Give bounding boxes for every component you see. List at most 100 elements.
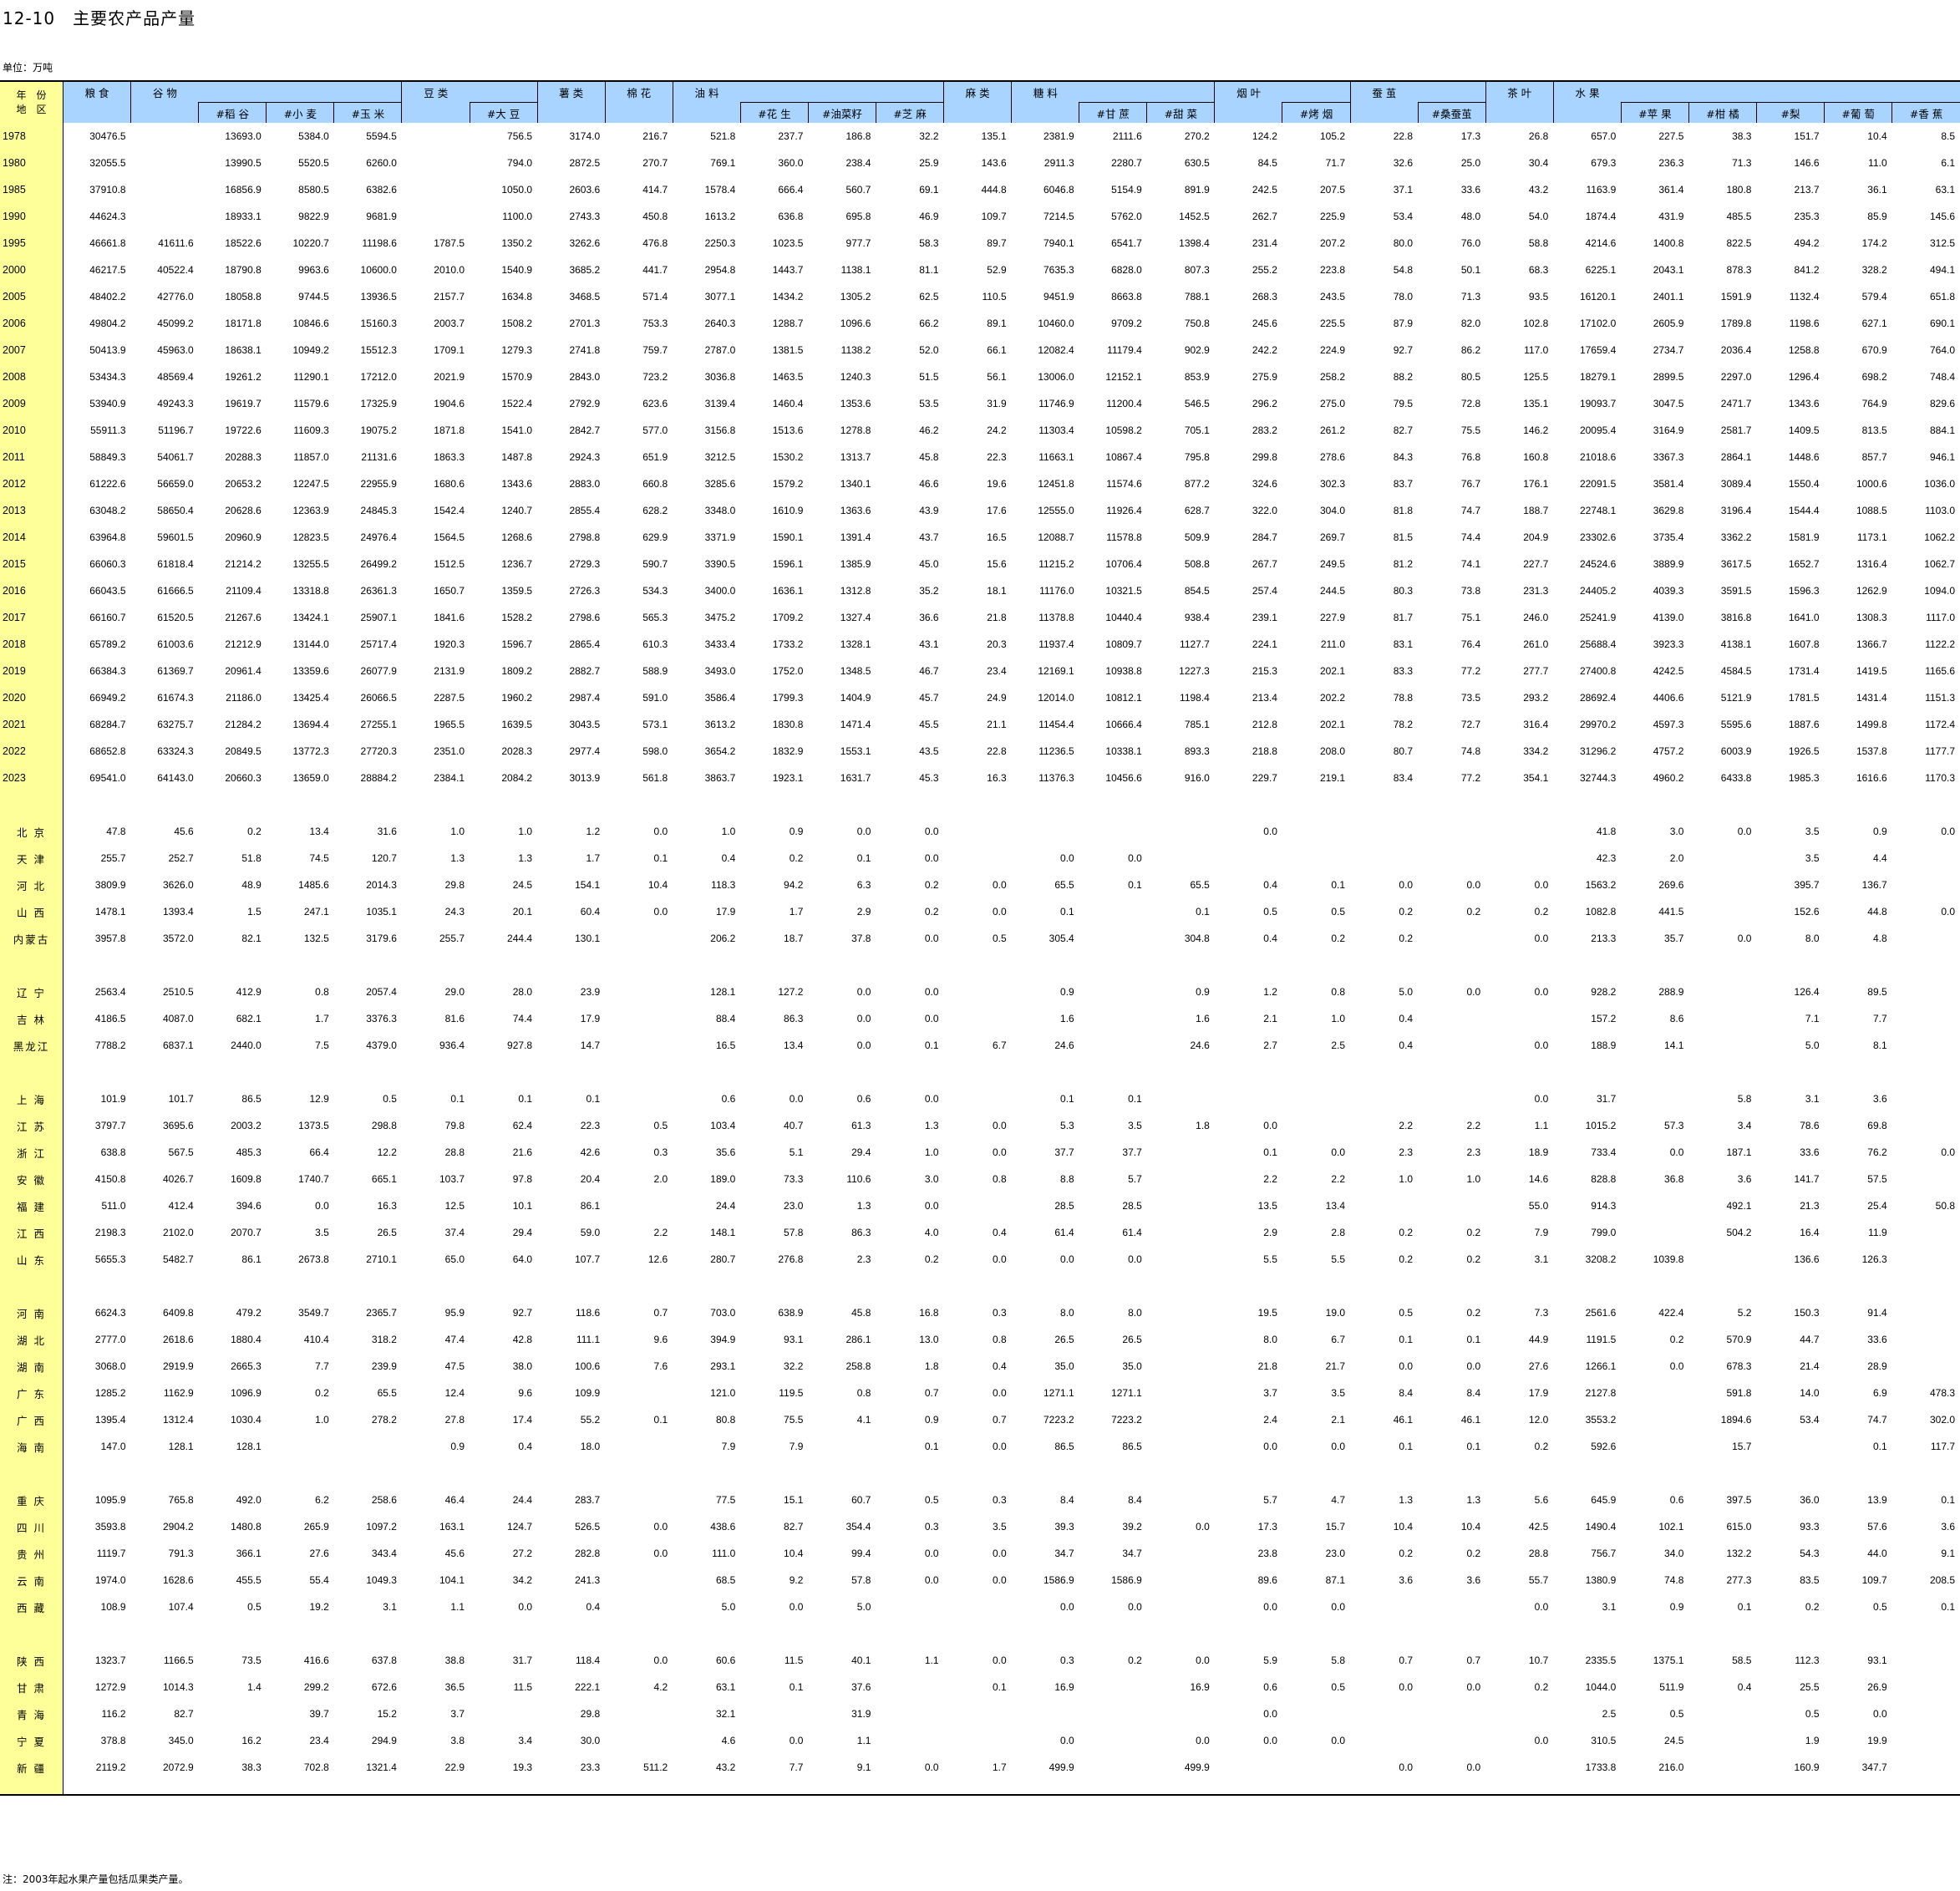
year-row: 2010 55911.3 51196.7 19722.6 11609.3 19075.2 1… bbox=[0, 417, 1960, 444]
empty-cell bbox=[1688, 1059, 1756, 1085]
label-cell bbox=[0, 952, 64, 979]
value-cell: 23.3 bbox=[580, 1761, 601, 1773]
table-bottom-rule bbox=[0, 1794, 1960, 1796]
year-row: 2017 66160.7 61520.5 21267.6 13424.1 25907.1 1… bbox=[0, 604, 1960, 631]
empty-cell bbox=[537, 1273, 605, 1299]
value-cell: 1343.6 bbox=[1788, 398, 1820, 409]
value-cell: 36.0 bbox=[1800, 1494, 1820, 1506]
column-header: #稻 谷 bbox=[198, 102, 267, 123]
value-cell: 24.9 bbox=[987, 692, 1007, 704]
value-cell: 1095.9 bbox=[94, 1494, 126, 1506]
value-cell bbox=[267, 1433, 334, 1460]
value-cell: 310.5 bbox=[1591, 1735, 1617, 1746]
value-cell: 66160.7 bbox=[89, 612, 126, 623]
value-cell: 705.1 bbox=[1184, 424, 1210, 436]
value-cell: 3.6 bbox=[1872, 1093, 1887, 1105]
value-cell: 28.0 bbox=[512, 986, 533, 998]
value-cell: 1709.1 bbox=[434, 344, 465, 356]
empty-cell bbox=[63, 1781, 131, 1794]
value-cell bbox=[1892, 1032, 1960, 1059]
value-cell bbox=[1756, 1433, 1824, 1460]
value-cell: 1528.2 bbox=[501, 612, 533, 623]
value-cell: 3957.8 bbox=[94, 933, 126, 944]
value-cell: 23.8 bbox=[1257, 1548, 1277, 1559]
value-cell: 231.3 bbox=[1523, 585, 1549, 597]
value-cell bbox=[1079, 1700, 1147, 1727]
empty-cell bbox=[402, 1460, 470, 1487]
value-cell: 55911.3 bbox=[90, 424, 126, 436]
value-cell: 2899.5 bbox=[1653, 371, 1684, 383]
value-cell: 11376.3 bbox=[1038, 772, 1074, 784]
value-cell: 33.6 bbox=[1867, 1334, 1887, 1345]
region-label: 海 南 bbox=[0, 1433, 64, 1460]
empty-cell bbox=[1079, 1273, 1147, 1299]
empty-cell bbox=[1621, 1781, 1688, 1794]
value-cell: 2.4 bbox=[1263, 1414, 1277, 1426]
value-cell: 63.1 bbox=[715, 1681, 736, 1693]
value-cell: 13772.3 bbox=[292, 745, 329, 757]
value-cell: 318.2 bbox=[371, 1334, 397, 1345]
value-cell: 3.5 bbox=[992, 1521, 1007, 1533]
value-cell: 1308.3 bbox=[1856, 612, 1887, 623]
value-cell: 9709.2 bbox=[1111, 318, 1142, 329]
value-cell: 4039.3 bbox=[1653, 585, 1684, 597]
value-cell: 2798.8 bbox=[569, 531, 601, 543]
value-cell: 110.6 bbox=[846, 1173, 871, 1185]
value-cell: 43.1 bbox=[919, 638, 939, 650]
value-cell: 2021.9 bbox=[434, 371, 465, 383]
value-cell: 0.8 bbox=[1331, 986, 1346, 998]
value-cell: 0.0 bbox=[992, 906, 1007, 918]
value-cell: 1431.4 bbox=[1856, 692, 1887, 704]
value-cell: 188.7 bbox=[1523, 505, 1549, 516]
empty-cell bbox=[1012, 952, 1079, 979]
value-cell: 2987.4 bbox=[569, 692, 601, 704]
year-row: 2000 46217.5 40522.4 18790.8 9963.6 10600.0 20… bbox=[0, 257, 1960, 283]
value-cell bbox=[1892, 1219, 1960, 1246]
value-cell: 11303.4 bbox=[1038, 424, 1074, 436]
empty-cell bbox=[267, 791, 334, 818]
value-cell: 2911.3 bbox=[1043, 157, 1074, 169]
value-cell: 81.1 bbox=[919, 264, 939, 276]
value-cell: 19.0 bbox=[1325, 1307, 1346, 1319]
value-cell: 28.8 bbox=[1528, 1548, 1549, 1559]
value-cell: 3553.2 bbox=[1585, 1414, 1617, 1426]
value-cell: 0.0 bbox=[856, 826, 871, 837]
value-cell: 6382.6 bbox=[366, 184, 397, 196]
value-cell: 1904.6 bbox=[434, 398, 465, 409]
value-cell: 0.0 bbox=[992, 1146, 1007, 1158]
value-cell: 0.9 bbox=[789, 826, 804, 837]
empty-cell bbox=[1079, 952, 1147, 979]
value-cell: 89.6 bbox=[1257, 1574, 1277, 1586]
value-cell: 5.0 bbox=[1805, 1040, 1820, 1051]
value-cell: 10598.2 bbox=[1105, 424, 1142, 436]
value-cell: 93.5 bbox=[1528, 291, 1549, 302]
value-cell: 26.5 bbox=[1122, 1334, 1142, 1345]
value-cell: 83.4 bbox=[1393, 772, 1414, 784]
value-cell: 7940.1 bbox=[1043, 237, 1074, 249]
value-cell: 651.8 bbox=[1929, 291, 1955, 302]
value-cell: 74.8 bbox=[1460, 745, 1481, 757]
value-cell: 1385.9 bbox=[840, 558, 871, 570]
empty-cell bbox=[1825, 1620, 1892, 1647]
value-cell: 7214.5 bbox=[1043, 211, 1074, 222]
value-cell: 1.0 bbox=[450, 826, 465, 837]
value-cell: 25.0 bbox=[1460, 157, 1481, 169]
value-cell: 3735.4 bbox=[1653, 531, 1684, 543]
value-cell: 877.2 bbox=[1184, 478, 1210, 490]
value-cell: 4.6 bbox=[721, 1735, 736, 1746]
value-cell: 0.0 bbox=[1399, 879, 1414, 891]
value-cell bbox=[1418, 1700, 1485, 1727]
value-cell bbox=[1892, 1700, 1960, 1727]
value-cell: 63048.2 bbox=[89, 505, 126, 516]
value-cell: 61369.7 bbox=[157, 665, 194, 677]
value-cell: 5.0 bbox=[856, 1601, 871, 1613]
value-cell: 1.7 bbox=[586, 852, 601, 864]
value-cell bbox=[1485, 1754, 1553, 1781]
value-cell: 7223.2 bbox=[1043, 1414, 1074, 1426]
value-cell: 0.7 bbox=[924, 1387, 939, 1399]
value-cell: 0.0 bbox=[924, 1013, 939, 1024]
empty-cell bbox=[267, 952, 334, 979]
value-cell: 534.3 bbox=[642, 585, 668, 597]
value-cell: 1278.8 bbox=[840, 424, 871, 436]
year-label: 2009 bbox=[0, 390, 64, 417]
